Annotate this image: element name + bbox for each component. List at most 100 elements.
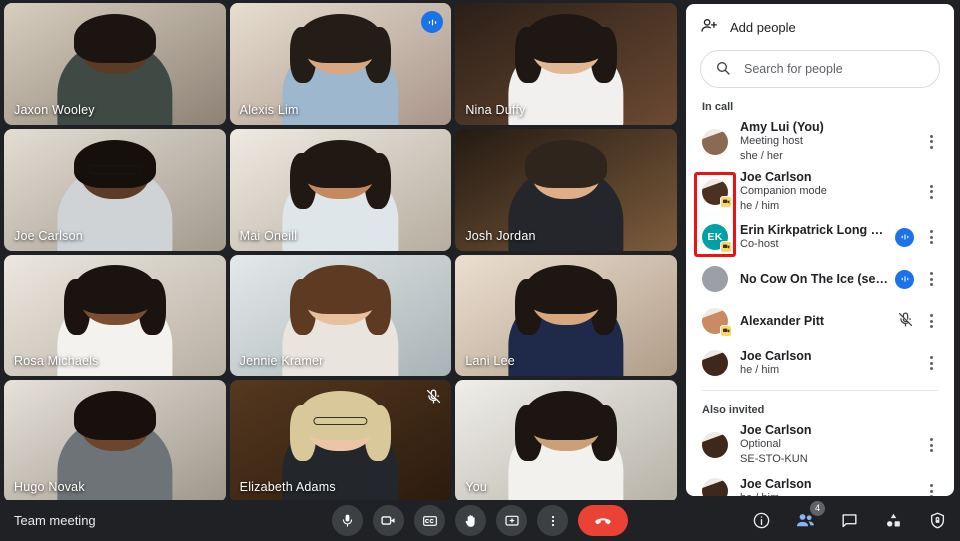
more-options-button[interactable] [537,505,568,536]
add-people-label: Add people [730,19,796,35]
participant-name: Joe Carlson [740,348,812,363]
participant-actions [895,269,940,289]
participant-info: Amy Lui (You) Meeting host she / her [740,120,922,164]
avatar [702,178,732,208]
avatar [702,266,728,293]
participant-name: Amy Lui (You) [740,120,824,134]
participant-row[interactable]: Joe Carlson he / him [692,470,948,496]
participant-name-label: Jaxon Wooley [14,102,95,117]
activities-button[interactable] [882,510,904,532]
muted-microphone-icon [425,388,443,406]
camera-button[interactable] [373,505,404,536]
bottom-toolbar: Team meeting 4 [0,500,960,541]
companion-mode-badge-icon [720,241,732,254]
chat-button[interactable] [838,510,860,532]
participant-name-label: Jennie Kramer [239,354,324,369]
participant-name: Joe Carlson [740,169,812,184]
speaking-indicator-icon [895,269,914,289]
participant-row[interactable]: Amy Lui (You) Meeting host she / her [692,117,948,167]
companion-mode-badge-icon [720,325,732,338]
participant-actions [922,436,940,454]
present-button[interactable] [496,505,527,536]
participant-subtitle-1: he / him [740,363,780,376]
microphone-button[interactable] [332,505,363,536]
participant-actions [897,311,940,331]
participant-subtitle-2: she / her [740,149,783,162]
participant-name-label: Alexis Lim [239,102,299,117]
participant-name-label: Nina Duffy [465,102,526,117]
activities-icon [886,513,900,527]
participant-row[interactable]: Alexander Pitt [692,300,948,342]
participant-more-options-button[interactable] [922,312,940,330]
raise-hand-button[interactable] [455,505,486,536]
people-panel: Add people In call Amy Lui (You) Meeting… [686,4,954,496]
participant-more-options-button[interactable] [922,228,940,246]
participant-row[interactable]: No Cow On The Ice (se-sto.. [692,258,948,300]
participant-more-options-button[interactable] [922,354,940,372]
closed-captions-icon [422,515,437,526]
video-tile[interactable]: Mai Oneill [229,128,452,251]
participant-more-options-button[interactable] [922,482,940,496]
video-tile[interactable]: Hugo Novak [4,380,226,502]
section-label: Also invited [702,404,765,417]
video-tile[interactable]: Lani Lee [455,254,677,377]
avatar [702,432,728,459]
participant-row[interactable]: Joe Carlson Companion mode he / him [692,167,948,217]
participant-name-label: Elizabeth Adams [239,480,336,494]
participant-info: Alexander Pitt [740,314,897,328]
participant-more-options-button[interactable] [922,270,940,288]
participant-subtitle-1: Co-host [740,237,779,250]
captions-button[interactable] [414,505,445,536]
meeting-details-button[interactable] [750,510,772,532]
person-add-icon [700,16,719,38]
video-tile[interactable]: Elizabeth Adams [229,380,452,502]
participant-actions [922,183,940,201]
participant-subtitle-1: Meeting host [740,135,803,147]
shield-lock-icon [930,512,944,529]
participant-name-label: Joe Carlson [14,228,83,243]
video-tile[interactable]: Rosa Michaels [4,254,226,377]
participant-actions [895,227,940,247]
participant-info: Joe Carlson Companion mode he / him [740,170,922,214]
participant-name-label: Hugo Novak [14,480,85,494]
host-controls-button[interactable] [926,510,948,532]
right-controls: 4 [750,500,948,532]
video-tile[interactable]: Jennie Kramer [229,254,452,377]
meet-window: Jaxon Wooley Alexis Lim Nina Duffy Joe C… [0,0,960,541]
chat-icon [841,514,857,528]
people-button[interactable]: 4 [794,500,825,532]
video-tile[interactable]: Jaxon Wooley [4,3,226,125]
video-tile[interactable]: Joe Carlson [4,128,226,251]
end-call-icon [595,517,611,524]
participant-info: Erin Kirkpatrick Long nam... Co-host [740,223,895,252]
avatar: EK [702,224,732,254]
video-tile[interactable]: Alexis Lim [229,3,452,125]
video-grid: Jaxon Wooley Alexis Lim Nina Duffy Joe C… [0,0,681,505]
search-people-box[interactable] [700,50,940,88]
participant-more-options-button[interactable] [922,133,940,151]
participant-info: Joe Carlson he / him [740,477,922,496]
participant-actions [922,133,940,151]
people-count-badge: 4 [810,500,825,516]
video-tile[interactable]: You [455,380,677,502]
participant-subtitle-1: Optional [740,438,781,451]
video-tile[interactable]: Josh Jordan [455,128,677,251]
participant-subtitle-2: SE-STO-KUN [740,453,808,466]
search-input[interactable] [744,62,924,76]
participant-info: No Cow On The Ice (se-sto.. [740,272,895,286]
add-people-button[interactable]: Add people [686,4,954,48]
participant-name-label: Josh Jordan [465,228,536,243]
participant-info: Joe Carlson he / him [740,349,922,378]
participant-name-label: You [465,480,488,494]
participant-row[interactable]: Joe Carlson he / him [692,342,948,384]
participant-row[interactable]: EK Erin Kirkpatrick Long nam... Co-host [692,216,948,258]
participant-more-options-button[interactable] [922,436,940,454]
leave-call-button[interactable] [578,505,628,536]
raised-hand-icon [465,514,475,527]
video-tile[interactable]: Nina Duffy [455,3,677,125]
participant-subtitle-1: Companion mode [740,184,827,197]
meeting-title: Team meeting [14,513,96,528]
participant-row[interactable]: Joe Carlson Optional SE-STO-KUN [692,420,948,470]
participant-name: No Cow On The Ice (se-sto.. [740,272,890,287]
participant-more-options-button[interactable] [922,183,940,201]
